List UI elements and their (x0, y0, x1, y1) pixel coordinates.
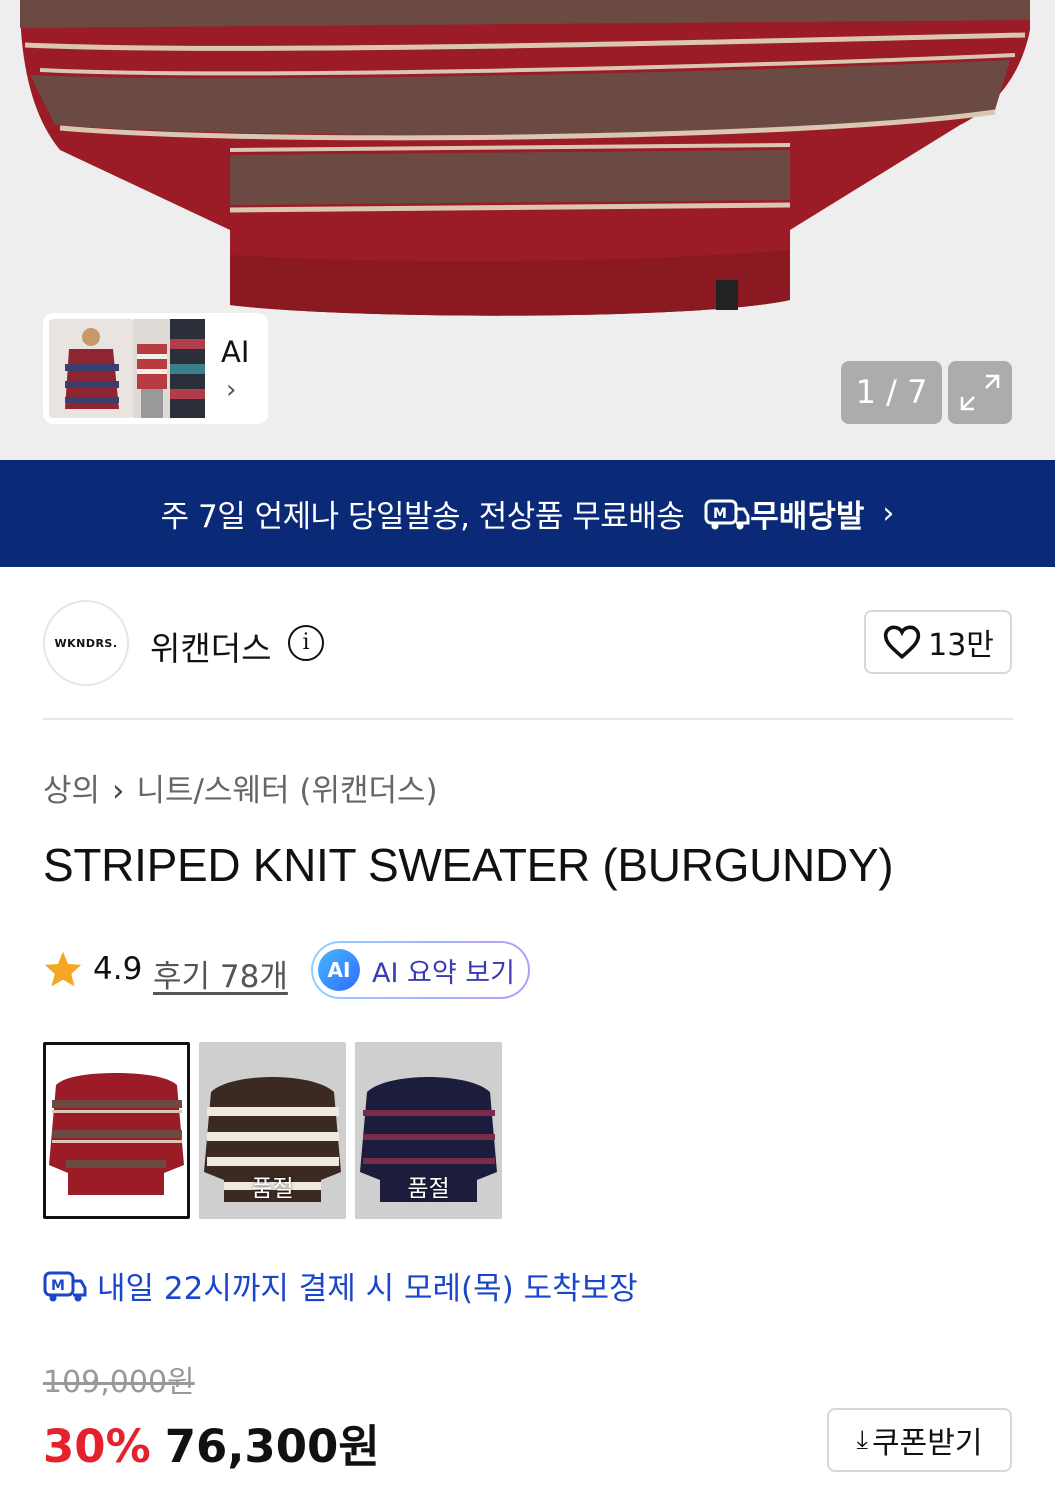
reviews-link[interactable]: 후기 78개 (153, 951, 288, 996)
chevron-right-icon: › (112, 773, 125, 809)
brand-like-button[interactable]: 13만 (864, 610, 1012, 674)
delivery-guarantee[interactable]: M 내일 22시까지 결제 시 모레(목) 도착보장 (43, 1263, 638, 1308)
svg-text:M: M (51, 1278, 65, 1294)
heart-icon (883, 625, 921, 660)
mubae-logo-text: 무배당발 (750, 499, 865, 535)
variant-brown[interactable]: 품절 (199, 1042, 346, 1219)
breadcrumb: 상의 › 니트/스웨터 (위캔더스) (43, 765, 438, 810)
breadcrumb-subcategory[interactable]: 니트/스웨터 (위캔더스) (136, 773, 437, 809)
ai-summary-label: AI 요약 보기 (372, 957, 515, 989)
mubae-logo: M 무배당발 (704, 491, 864, 536)
ai-thumb-label: AI (221, 335, 250, 369)
variant-burgundy[interactable] (43, 1042, 190, 1219)
download-icon: ⤓ (856, 1424, 869, 1455)
product-image-gallery[interactable]: AI › 1 / 7 (0, 0, 1055, 460)
product-title: STRIPED KNIT SWEATER (BURGUNDY) (43, 839, 894, 891)
chevron-right-icon: › (882, 496, 895, 531)
chevron-right-icon: › (226, 375, 237, 405)
expand-icon (960, 374, 1000, 411)
ai-badge: AI (318, 949, 360, 991)
brand-logo[interactable]: WKNDRS. (43, 600, 129, 686)
shipping-banner[interactable]: 주 7일 언제나 당일발송, 전상품 무료배송 M 무배당발 › (0, 460, 1055, 567)
thumbnail-model[interactable] (49, 319, 134, 418)
coupon-label: 쿠폰받기 (872, 1426, 983, 1461)
delivery-truck-icon: M (704, 499, 750, 529)
info-icon[interactable]: i (288, 625, 324, 661)
brand-row: WKNDRS. 위캔더스 i 13만 (43, 600, 1013, 686)
star-icon (44, 951, 82, 987)
sale-price: 76,300원 (164, 1420, 380, 1473)
sold-out-label: 품절 (407, 1176, 450, 1202)
original-price: 109,000원 (43, 1365, 195, 1400)
expand-button[interactable] (948, 361, 1012, 424)
discount-rate: 30% (43, 1420, 151, 1473)
shipping-banner-text: 주 7일 언제나 당일발송, 전상품 무료배송 (160, 499, 685, 535)
variant-image (46, 1045, 187, 1216)
color-variants: 품절 품절 (43, 1042, 513, 1220)
thumbnail-model-2[interactable] (133, 319, 171, 418)
thumbnail-detail[interactable] (170, 319, 205, 418)
delivery-truck-icon: M (43, 1271, 87, 1301)
rating-row: 4.9 후기 78개 AI AI 요약 보기 (43, 941, 643, 999)
ai-thumbnail-strip[interactable]: AI › (43, 313, 268, 424)
svg-text:M: M (713, 506, 727, 522)
divider (43, 718, 1013, 720)
price-row: 30% 76,300원 (43, 1410, 380, 1475)
delivery-text: 내일 22시까지 결제 시 모레(목) 도착보장 (97, 1271, 638, 1307)
brand-name[interactable]: 위캔더스 (150, 622, 271, 670)
rating-score: 4.9 (93, 951, 143, 987)
variant-navy[interactable]: 품절 (355, 1042, 502, 1219)
image-pager: 1 / 7 (841, 361, 942, 424)
coupon-button[interactable]: ⤓ 쿠폰받기 (827, 1408, 1012, 1472)
sold-out-label: 품절 (251, 1176, 294, 1202)
ai-summary-button[interactable]: AI AI 요약 보기 (311, 941, 530, 999)
breadcrumb-category[interactable]: 상의 (43, 773, 100, 809)
like-count: 13만 (928, 628, 994, 663)
